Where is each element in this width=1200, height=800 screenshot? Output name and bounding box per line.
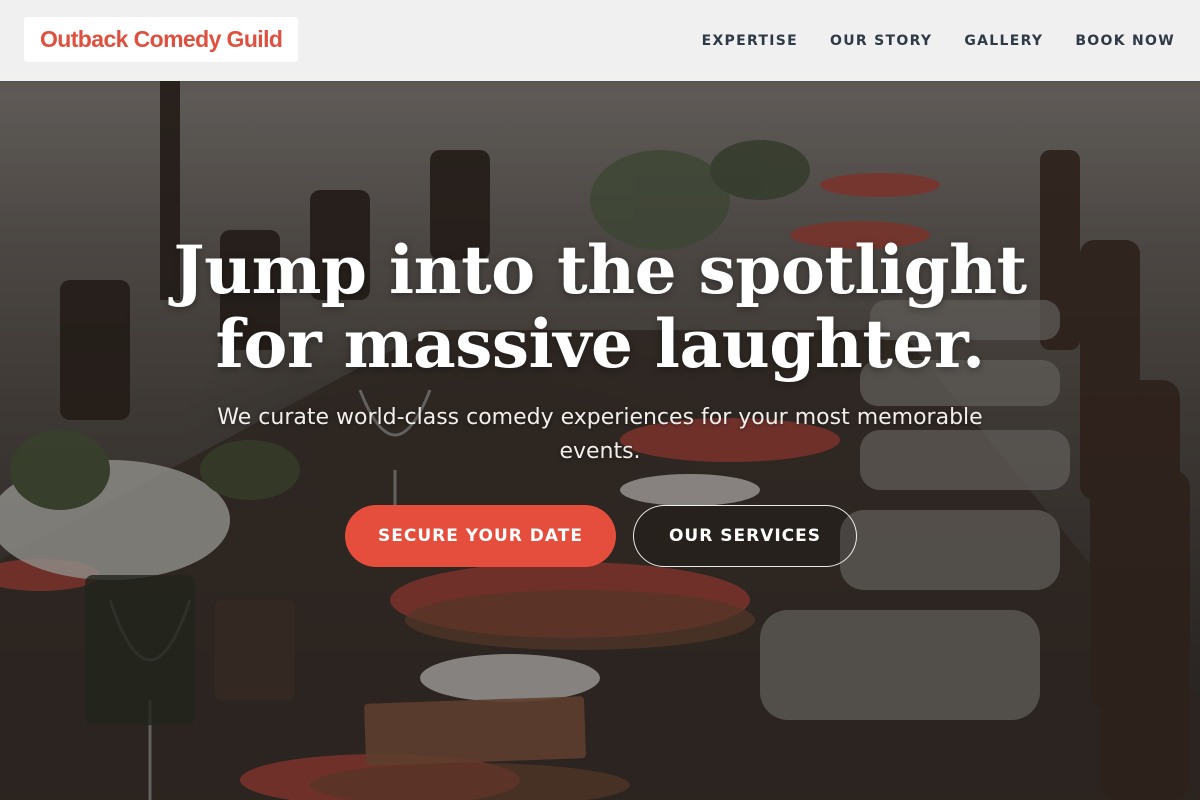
nav-link-our-story[interactable]: OUR STORY (830, 33, 932, 49)
main-nav: EXPERTISE OUR STORY GALLERY BOOK NOW (702, 0, 1175, 81)
nav-link-gallery[interactable]: GALLERY (964, 33, 1043, 49)
our-services-button[interactable]: OUR SERVICES (633, 505, 857, 567)
brand-logo[interactable]: Outback Comedy Guild (24, 17, 299, 62)
hero-headline: Jump into the spotlight for massive laug… (0, 233, 1200, 381)
hero-section: Jump into the spotlight for massive laug… (0, 81, 1200, 800)
nav-link-book-now[interactable]: BOOK NOW (1075, 33, 1175, 49)
page: Outback Comedy Guild EXPERTISE OUR STORY… (0, 0, 1200, 800)
hero-headline-line-1: Jump into the spotlight (173, 231, 1027, 309)
secure-your-date-button[interactable]: SECURE YOUR DATE (345, 505, 616, 567)
site-header: Outback Comedy Guild EXPERTISE OUR STORY… (0, 0, 1200, 81)
hero-headline-line-2: for massive laughter. (215, 305, 985, 383)
hero-subtitle: We curate world-class comedy experiences… (217, 405, 983, 464)
hero-cta-group: SECURE YOUR DATE OUR SERVICES (0, 505, 1200, 567)
nav-link-expertise[interactable]: EXPERTISE (702, 33, 798, 49)
